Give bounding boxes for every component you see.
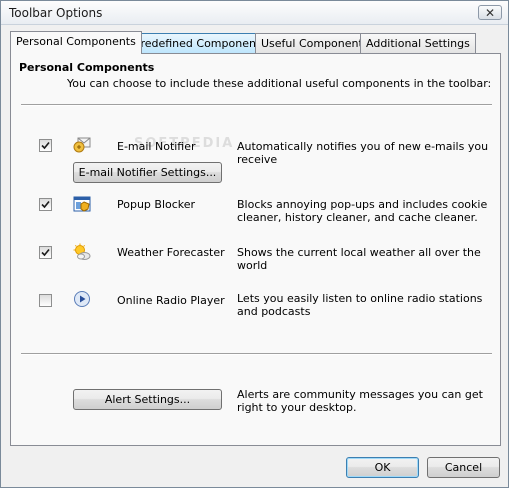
cancel-button[interactable]: Cancel [427,457,500,478]
alert-settings-button[interactable]: Alert Settings... [73,389,222,410]
tab-label: Additional Settings [366,37,470,50]
tab-additional-settings[interactable]: Additional Settings [360,33,476,53]
divider [21,353,492,355]
tab-predefined-components[interactable]: Predefined Components [128,33,272,53]
online-radio-player-checkbox[interactable] [39,294,52,307]
tab-panel: Personal Components You can choose to in… [10,53,501,446]
popup-blocker-checkbox[interactable] [39,198,52,211]
section-title: Personal Components [19,61,155,74]
radio-player-icon [74,291,90,307]
weather-icon [73,243,91,260]
weather-forecaster-description: Shows the current local weather all over… [237,246,481,272]
popup-blocker-label: Popup Blocker [117,198,196,211]
online-radio-player-label: Online Radio Player [117,294,225,307]
email-notifier-label: E-mail Notifier [117,140,196,153]
email-notifier-icon [73,137,91,153]
tab-label: Predefined Components [134,37,266,50]
close-button[interactable]: ✕ [478,5,502,20]
divider [21,104,492,106]
tab-useful-components[interactable]: Useful Components [255,33,375,53]
checkmark-icon [41,248,50,257]
email-notifier-description: Automatically notifies you of new e-mail… [237,140,489,166]
ok-button[interactable]: OK [346,457,419,478]
email-notifier-settings-button[interactable]: E-mail Notifier Settings... [73,162,222,183]
window-title: Toolbar Options [9,6,103,20]
tab-label: Useful Components [261,37,369,50]
close-icon: ✕ [484,5,496,20]
title-bar: Toolbar Options ✕ [1,1,508,25]
popup-blocker-description: Blocks annoying pop-ups and includes coo… [237,198,488,224]
checkmark-icon [41,200,50,209]
weather-forecaster-label: Weather Forecaster [117,246,225,259]
toolbar-options-window: Toolbar Options ✕ Personal Components Pr… [0,0,509,488]
alert-settings-description: Alerts are community messages you can ge… [237,388,483,414]
weather-forecaster-checkbox[interactable] [39,246,52,259]
popup-blocker-icon [73,196,91,212]
section-subtitle: You can choose to include these addition… [67,77,492,90]
email-notifier-checkbox[interactable] [39,139,52,152]
tab-label: Personal Components [16,35,136,48]
tab-personal-components[interactable]: Personal Components [10,31,142,54]
online-radio-player-description: Lets you easily listen to online radio s… [237,292,483,318]
checkmark-icon [41,141,50,150]
